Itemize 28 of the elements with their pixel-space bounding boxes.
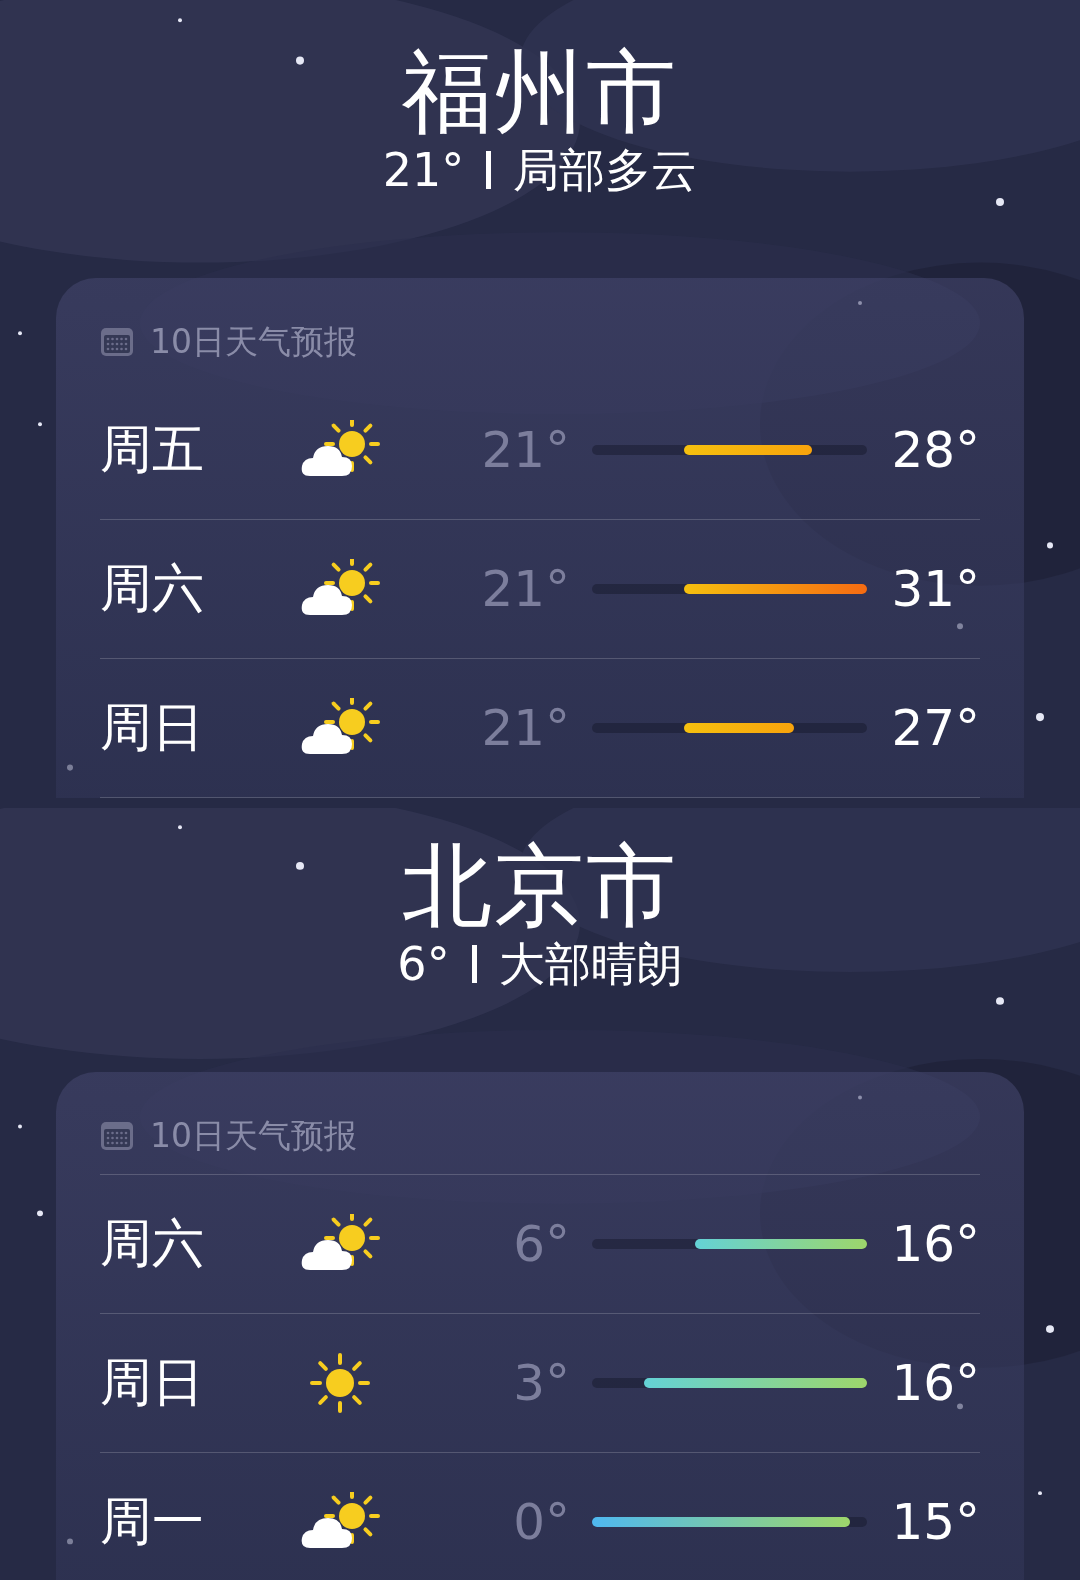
high-temperature: 16° — [890, 1215, 980, 1273]
high-temperature: 16° — [890, 1354, 980, 1412]
day-label: 周五 — [100, 418, 205, 481]
high-temperature: 15° — [890, 1493, 980, 1551]
low-temperature: 0° — [512, 1493, 570, 1551]
day-label: 周六 — [100, 557, 205, 620]
low-temperature: 21° — [480, 421, 570, 479]
city-name: 北京市 — [402, 836, 678, 936]
low-temperature: 3° — [512, 1354, 570, 1412]
current-temperature: 21° — [382, 142, 465, 198]
city-name: 福州市 — [402, 42, 678, 142]
current-temperature: 6° — [397, 936, 450, 992]
day-label: 周六 — [100, 1212, 205, 1275]
low-temperature: 21° — [480, 560, 570, 618]
calendar-icon — [100, 1121, 134, 1151]
day-label: 周日 — [100, 696, 205, 759]
low-temperature: 21° — [480, 699, 570, 757]
high-temperature: 31° — [890, 560, 980, 618]
day-label: 周日 — [100, 1351, 205, 1414]
weather-condition: 局部多云 — [513, 142, 698, 198]
high-temperature: 27° — [890, 699, 980, 757]
calendar-icon — [100, 327, 134, 357]
forecast-title: 10日天气预报 — [150, 1114, 357, 1157]
weather-condition: 大部晴朗 — [498, 936, 683, 992]
day-label: 周一 — [100, 1490, 205, 1553]
low-temperature: 6° — [512, 1215, 570, 1273]
forecast-title: 10日天气预报 — [150, 320, 357, 363]
high-temperature: 28° — [890, 421, 980, 479]
